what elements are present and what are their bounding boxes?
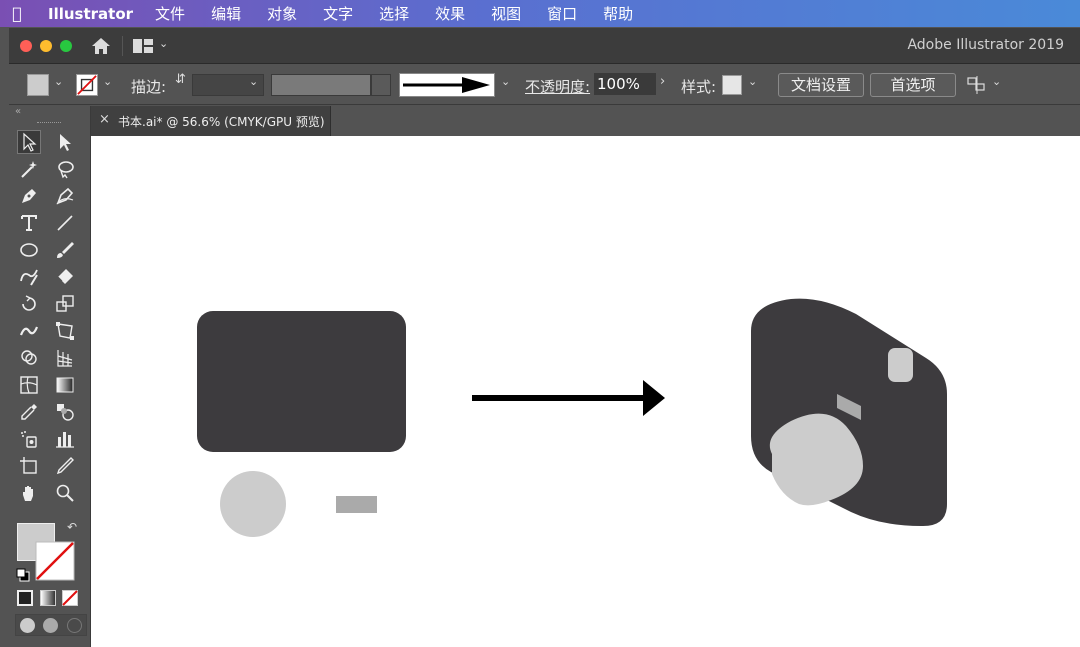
close-tab-icon[interactable]: × — [99, 112, 110, 127]
workspace-layout-icon[interactable] — [133, 39, 153, 53]
chevron-down-icon[interactable]: ⌄ — [159, 37, 168, 50]
line-tool-icon[interactable] — [53, 211, 77, 235]
panel-grip[interactable] — [37, 122, 61, 124]
arrow-stroke-icon — [403, 77, 490, 93]
artwork — [197, 298, 947, 537]
camera-button — [888, 348, 913, 382]
title-bar: ⌄ Adobe Illustrator 2019 — [9, 28, 1080, 64]
profile-dropdown[interactable] — [371, 74, 391, 96]
arrange-documents-icon[interactable] — [967, 75, 987, 95]
chevron-down-icon[interactable]: ⌄ — [501, 75, 510, 88]
minimize-window-button[interactable] — [40, 40, 52, 52]
menu-object[interactable]: 对象 — [267, 3, 297, 24]
stepper-icon[interactable]: ⇵ — [175, 72, 186, 87]
zoom-tool-icon[interactable] — [53, 481, 77, 505]
eraser-tool-icon[interactable] — [53, 265, 77, 289]
draw-normal-icon[interactable] — [20, 618, 35, 633]
paintbrush-tool-icon[interactable] — [53, 238, 77, 262]
menu-view[interactable]: 视图 — [491, 3, 521, 24]
direct-selection-tool-icon[interactable] — [53, 130, 77, 154]
perspective-grid-tool-icon[interactable] — [53, 346, 77, 370]
brush-definition-preview[interactable] — [399, 73, 495, 97]
gradient-tool-icon[interactable] — [53, 373, 77, 397]
shaper-tool-icon[interactable] — [17, 265, 41, 289]
control-bar: ⌄ ⌄ 描边: ⇵ ⌄ ⌄ 不透明度: 100% › 样式: ⌄ 文档设置 首选… — [9, 65, 1080, 105]
preferences-button[interactable]: 首选项 — [870, 73, 956, 97]
home-icon[interactable] — [91, 37, 111, 55]
graphic-style-swatch[interactable] — [722, 75, 742, 95]
chevron-down-icon[interactable]: ⌄ — [748, 75, 757, 88]
menu-edit[interactable]: 编辑 — [211, 3, 241, 24]
tab-strip — [331, 106, 1080, 136]
symbol-sprayer-tool-icon[interactable] — [17, 427, 41, 451]
menu-help[interactable]: 帮助 — [603, 3, 633, 24]
app-menu[interactable]: Illustrator — [48, 5, 133, 23]
scale-tool-icon[interactable] — [53, 292, 77, 316]
small-rectangle-shape[interactable] — [336, 496, 377, 513]
menu-file[interactable]: 文件 — [155, 3, 185, 24]
eyedropper-tool-icon[interactable] — [17, 400, 41, 424]
chevron-down-icon[interactable]: ⌄ — [249, 75, 258, 88]
free-transform-tool-icon[interactable] — [53, 319, 77, 343]
menu-type[interactable]: 文字 — [323, 3, 353, 24]
arrow-head[interactable] — [643, 380, 665, 416]
chevron-down-icon[interactable]: ⌄ — [103, 75, 112, 88]
artboard-canvas[interactable] — [91, 136, 1080, 647]
lasso-tool-icon[interactable] — [53, 157, 77, 181]
hand-tool-icon[interactable] — [17, 481, 41, 505]
menu-window[interactable]: 窗口 — [547, 3, 577, 24]
gradient-mode-icon[interactable] — [40, 590, 56, 606]
blend-tool-icon[interactable] — [53, 400, 77, 424]
close-window-button[interactable] — [20, 40, 32, 52]
slice-tool-icon[interactable] — [53, 454, 77, 478]
mesh-tool-icon[interactable] — [17, 373, 41, 397]
chevron-right-icon[interactable]: › — [660, 74, 665, 89]
column-graph-tool-icon[interactable] — [53, 427, 77, 451]
type-tool-icon[interactable] — [17, 211, 41, 235]
width-tool-icon[interactable] — [17, 319, 41, 343]
swap-colors-icon[interactable]: ↶ — [67, 520, 77, 534]
shape-builder-tool-icon[interactable] — [17, 346, 41, 370]
none-mode-icon[interactable] — [62, 590, 78, 606]
document-tab[interactable]: × 书本.ai* @ 56.6% (CMYK/GPU 预览) — [91, 106, 331, 136]
style-label: 样式: — [681, 78, 717, 96]
color-mode-icon[interactable] — [17, 590, 33, 606]
curvature-tool-icon[interactable] — [53, 184, 77, 208]
panel-collapse-icon[interactable]: « — [9, 106, 91, 120]
opacity-label[interactable]: 不透明度: — [525, 76, 590, 97]
window-title: Adobe Illustrator 2019 — [907, 37, 1064, 53]
zoom-window-button[interactable] — [60, 40, 72, 52]
menu-select[interactable]: 选择 — [379, 3, 409, 24]
circle-shape[interactable] — [220, 471, 286, 537]
magic-wand-tool-icon[interactable] — [17, 157, 41, 181]
stroke-color-swatch[interactable] — [76, 74, 98, 96]
draw-behind-icon[interactable] — [43, 618, 58, 633]
menu-bar:  Illustrator 文件 编辑 对象 文字 选择 效果 视图 窗口 帮助 — [0, 0, 1080, 27]
variable-width-profile[interactable] — [271, 74, 371, 96]
app-window: ⌄ Adobe Illustrator 2019 ⌄ ⌄ 描边: ⇵ ⌄ ⌄ 不… — [9, 28, 1080, 647]
chevron-down-icon[interactable]: ⌄ — [54, 75, 63, 88]
draw-mode-group — [15, 614, 87, 636]
tools-panel: « ↶ — [9, 106, 91, 647]
draw-inside-icon[interactable] — [67, 618, 82, 633]
opacity-input[interactable]: 100% — [594, 73, 656, 95]
rounded-rectangle-shape[interactable] — [197, 311, 406, 452]
stroke-swatch[interactable] — [35, 541, 75, 581]
default-colors-icon[interactable] — [16, 568, 30, 582]
fill-color-swatch[interactable] — [27, 74, 49, 96]
apple-icon[interactable]:  — [0, 4, 34, 23]
pen-tool-icon[interactable] — [17, 184, 41, 208]
document-setup-button[interactable]: 文档设置 — [778, 73, 864, 97]
divider — [122, 36, 123, 56]
chevron-down-icon[interactable]: ⌄ — [992, 75, 1001, 88]
menu-effect[interactable]: 效果 — [435, 3, 465, 24]
stroke-label: 描边: — [131, 78, 167, 96]
document-tab-title[interactable]: 书本.ai* @ 56.6% (CMYK/GPU 预览) — [118, 113, 325, 130]
camera-illustration[interactable] — [751, 298, 947, 527]
rotate-tool-icon[interactable] — [17, 292, 41, 316]
selection-tool-icon[interactable] — [17, 130, 41, 154]
ellipse-tool-icon[interactable] — [17, 238, 41, 262]
artboard-tool-icon[interactable] — [17, 454, 41, 478]
